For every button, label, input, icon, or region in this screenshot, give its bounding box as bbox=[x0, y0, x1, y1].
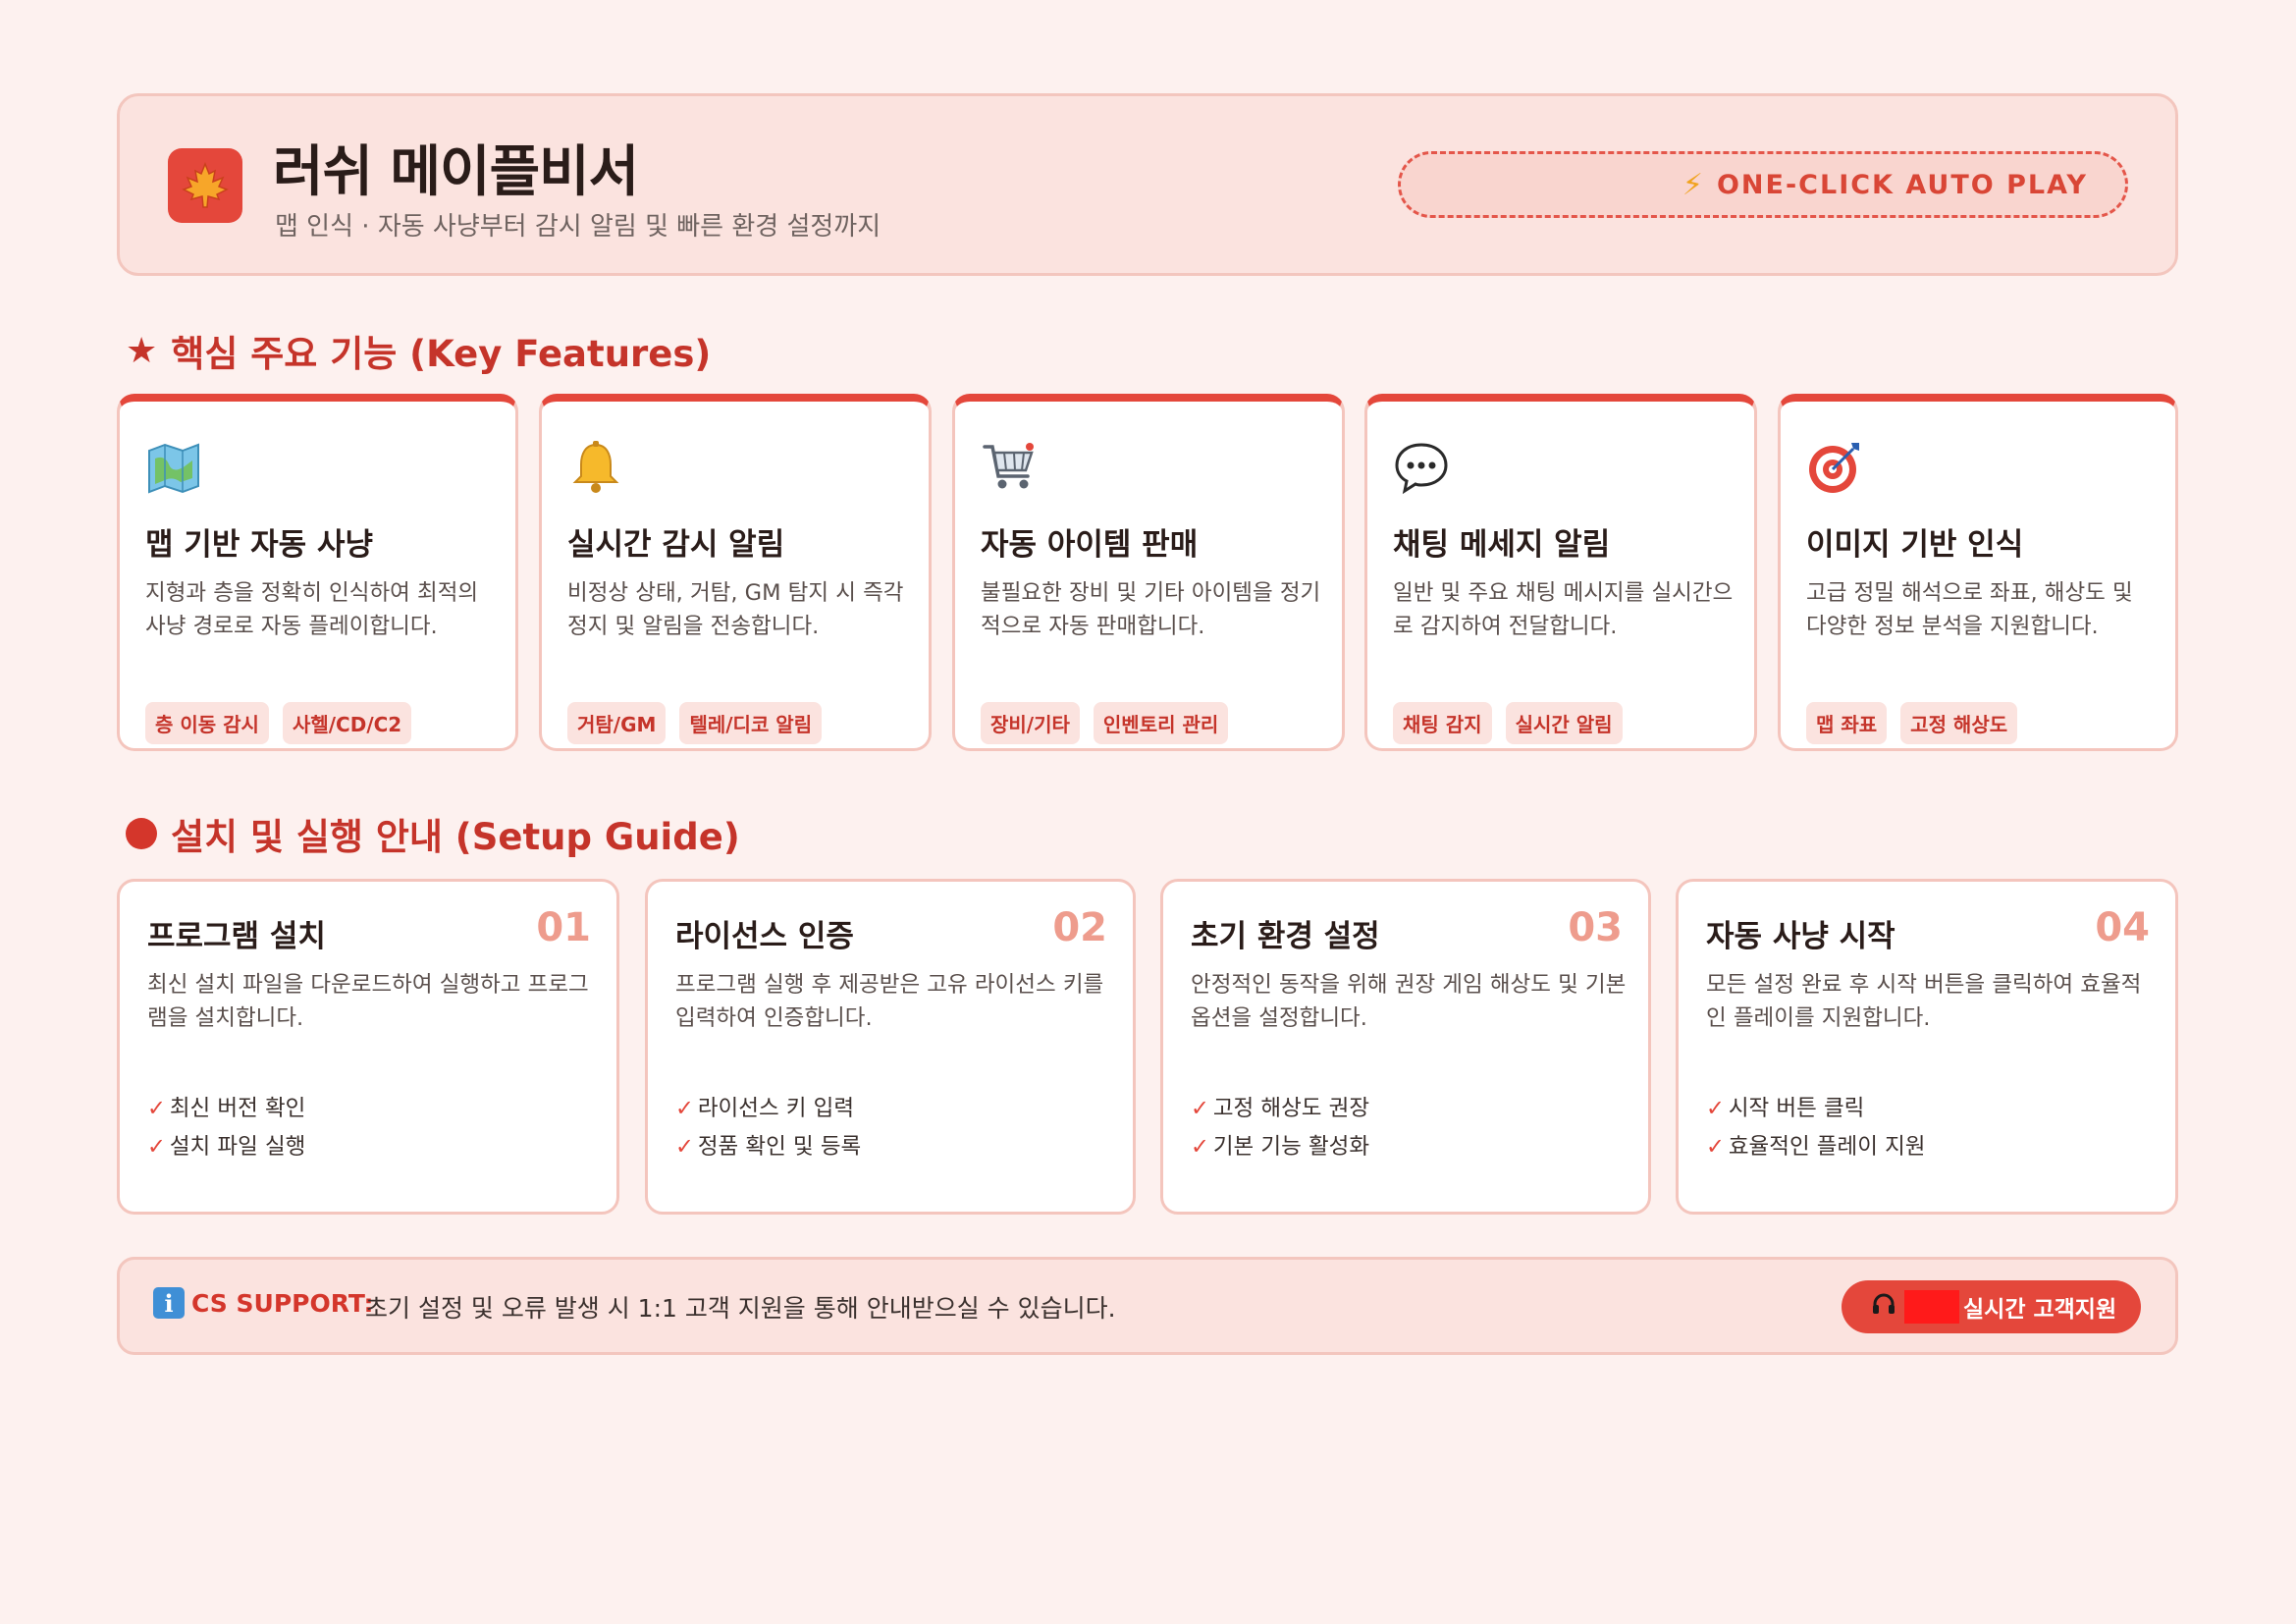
step-desc: 프로그램 실행 후 제공받은 고유 라이선스 키를 입력하여 인증합니다. bbox=[675, 972, 1104, 1031]
support-label: CS SUPPORT: bbox=[191, 1289, 374, 1318]
step-title: 초기 환경 설정 bbox=[1191, 919, 1380, 954]
headphones-icon bbox=[1871, 1291, 1896, 1323]
feature-desc: 비정상 상태, 거탐, GM 탐지 시 즉각 정지 및 알림을 전송합니다. bbox=[567, 580, 904, 639]
auto-play-button[interactable]: ⚡ ONE-CLICK AUTO PLAY bbox=[1398, 151, 2128, 218]
live-support-label: 실시간 고객지원 bbox=[1963, 1297, 2117, 1323]
feature-card: 이미지 기반 인식 고급 정밀 해석으로 좌표, 해상도 및 다양한 정보 분석… bbox=[1778, 394, 2178, 751]
feature-tag: 맵 좌표 bbox=[1806, 702, 1888, 744]
feature-tag: 텔레/디코 알림 bbox=[679, 702, 823, 744]
feature-title: 맵 기반 자동 사냥 bbox=[145, 527, 374, 563]
setup-step-card: 자동 사냥 시작 04 모든 설정 완료 후 시작 버튼을 클릭하여 효율적인 … bbox=[1676, 879, 2178, 1215]
feature-tag: 사헬/CD/C2 bbox=[282, 702, 412, 744]
check-icon: ✓ bbox=[1706, 1134, 1725, 1160]
setup-title-text: 설치 및 실행 안내 (Setup Guide) bbox=[171, 816, 740, 858]
check-icon: ✓ bbox=[675, 1096, 694, 1121]
map-icon bbox=[145, 439, 202, 496]
step-check-item: ✓ 최신 버전 확인 bbox=[147, 1096, 306, 1121]
lightning-icon: ⚡ bbox=[1682, 167, 1705, 202]
check-icon: ✓ bbox=[1191, 1096, 1209, 1121]
chat-bubble-icon bbox=[1393, 439, 1450, 496]
info-icon: i bbox=[153, 1287, 185, 1319]
live-support-button[interactable]: 실시간 고객지원 bbox=[1842, 1280, 2141, 1333]
setup-section-title: 설치 및 실행 안내 (Setup Guide) bbox=[126, 807, 740, 860]
feature-desc: 불필요한 장비 및 기타 아이템을 정기적으로 자동 판매합니다. bbox=[981, 580, 1321, 639]
step-desc: 안정적인 동작을 위해 권장 게임 해상도 및 기본 옵션을 설정합니다. bbox=[1191, 972, 1627, 1031]
setup-step-card: 라이선스 인증 02 프로그램 실행 후 제공받은 고유 라이선스 키를 입력하… bbox=[645, 879, 1136, 1215]
features-title-text: 핵심 주요 기능 (Key Features) bbox=[171, 333, 712, 375]
auto-play-label: ONE-CLICK AUTO PLAY bbox=[1716, 169, 2088, 200]
step-check-item: ✓ 기본 기능 활성화 bbox=[1191, 1134, 1370, 1160]
step-check-item: ✓ 시작 버튼 클릭 bbox=[1706, 1096, 1865, 1121]
feature-card: 맵 기반 자동 사냥 지형과 층을 정확히 인식하여 최적의 사냥 경로로 자동… bbox=[117, 394, 518, 751]
redacted-block bbox=[1904, 1290, 1959, 1324]
step-desc: 모든 설정 완료 후 시작 버튼을 클릭하여 효율적인 플레이를 지원합니다. bbox=[1706, 972, 2142, 1031]
check-icon: ✓ bbox=[675, 1134, 694, 1160]
step-title: 프로그램 설치 bbox=[147, 919, 326, 954]
feature-tag: 층 이동 감시 bbox=[145, 702, 269, 744]
feature-title: 실시간 감시 알림 bbox=[567, 527, 785, 563]
feature-desc: 지형과 층을 정확히 인식하여 최적의 사냥 경로로 자동 플레이합니다. bbox=[145, 580, 479, 639]
feature-tag: 인벤토리 관리 bbox=[1093, 702, 1229, 744]
step-check-item: ✓ 라이선스 키 입력 bbox=[675, 1096, 855, 1121]
feature-desc: 고급 정밀 해석으로 좌표, 해상도 및 다양한 정보 분석을 지원합니다. bbox=[1806, 580, 2133, 639]
step-number: 04 bbox=[2095, 905, 2150, 950]
step-check-item: ✓ 고정 해상도 권장 bbox=[1191, 1096, 1370, 1121]
support-text: 초기 설정 및 오류 발생 시 1:1 고객 지원을 통해 안내받으실 수 있습… bbox=[365, 1294, 1116, 1323]
feature-tag: 장비/기타 bbox=[981, 702, 1080, 744]
setup-step-card: 초기 환경 설정 03 안정적인 동작을 위해 권장 게임 해상도 및 기본 옵… bbox=[1160, 879, 1651, 1215]
check-icon: ✓ bbox=[147, 1096, 166, 1121]
feature-tag: 채팅 감지 bbox=[1393, 702, 1492, 744]
app-subtitle: 맵 인식 · 자동 사냥부터 감시 알림 및 빠른 환경 설정까지 bbox=[275, 212, 881, 242]
step-check-item: ✓ 설치 파일 실행 bbox=[147, 1134, 306, 1160]
step-desc: 최신 설치 파일을 다운로드하여 실행하고 프로그램을 설치합니다. bbox=[147, 972, 589, 1031]
app-title: 러쉬 메이플비서 bbox=[273, 140, 639, 204]
step-check-item: ✓ 효율적인 플레이 지원 bbox=[1706, 1134, 1926, 1160]
check-icon: ✓ bbox=[1706, 1096, 1725, 1121]
bell-icon bbox=[567, 439, 624, 496]
feature-title: 이미지 기반 인식 bbox=[1806, 527, 2024, 563]
feature-tag: 실시간 알림 bbox=[1505, 702, 1623, 744]
feature-card: 채팅 메세지 알림 일반 및 주요 채팅 메시지를 실시간으로 감지하여 전달합… bbox=[1364, 394, 1757, 751]
feature-tag: 거탐/GM bbox=[567, 702, 667, 744]
step-title: 자동 사냥 시작 bbox=[1706, 919, 1896, 954]
target-icon bbox=[1806, 439, 1863, 496]
features-section-title: ★ 핵심 주요 기능 (Key Features) bbox=[126, 324, 711, 377]
feature-desc: 일반 및 주요 채팅 메시지를 실시간으로 감지하여 전달합니다. bbox=[1393, 580, 1734, 639]
step-check-item: ✓ 정품 확인 및 등록 bbox=[675, 1134, 862, 1160]
cart-icon bbox=[981, 439, 1038, 496]
setup-step-card: 프로그램 설치 01 최신 설치 파일을 다운로드하여 실행하고 프로그램을 설… bbox=[117, 879, 619, 1215]
feature-tag: 고정 해상도 bbox=[1900, 702, 2018, 744]
maple-leaf-icon bbox=[168, 148, 242, 223]
star-icon: ★ bbox=[126, 330, 158, 371]
feature-card: 자동 아이템 판매 불필요한 장비 및 기타 아이템을 정기적으로 자동 판매합… bbox=[952, 394, 1345, 751]
feature-card: 실시간 감시 알림 비정상 상태, 거탐, GM 탐지 시 즉각 정지 및 알림… bbox=[539, 394, 932, 751]
check-icon: ✓ bbox=[147, 1134, 166, 1160]
feature-title: 자동 아이템 판매 bbox=[981, 527, 1199, 563]
step-number: 03 bbox=[1568, 905, 1623, 950]
step-number: 02 bbox=[1052, 905, 1107, 950]
feature-title: 채팅 메세지 알림 bbox=[1393, 527, 1611, 563]
check-icon: ✓ bbox=[1191, 1134, 1209, 1160]
circle-bullet-icon bbox=[126, 818, 157, 849]
step-number: 01 bbox=[536, 905, 591, 950]
step-title: 라이선스 인증 bbox=[675, 919, 854, 954]
